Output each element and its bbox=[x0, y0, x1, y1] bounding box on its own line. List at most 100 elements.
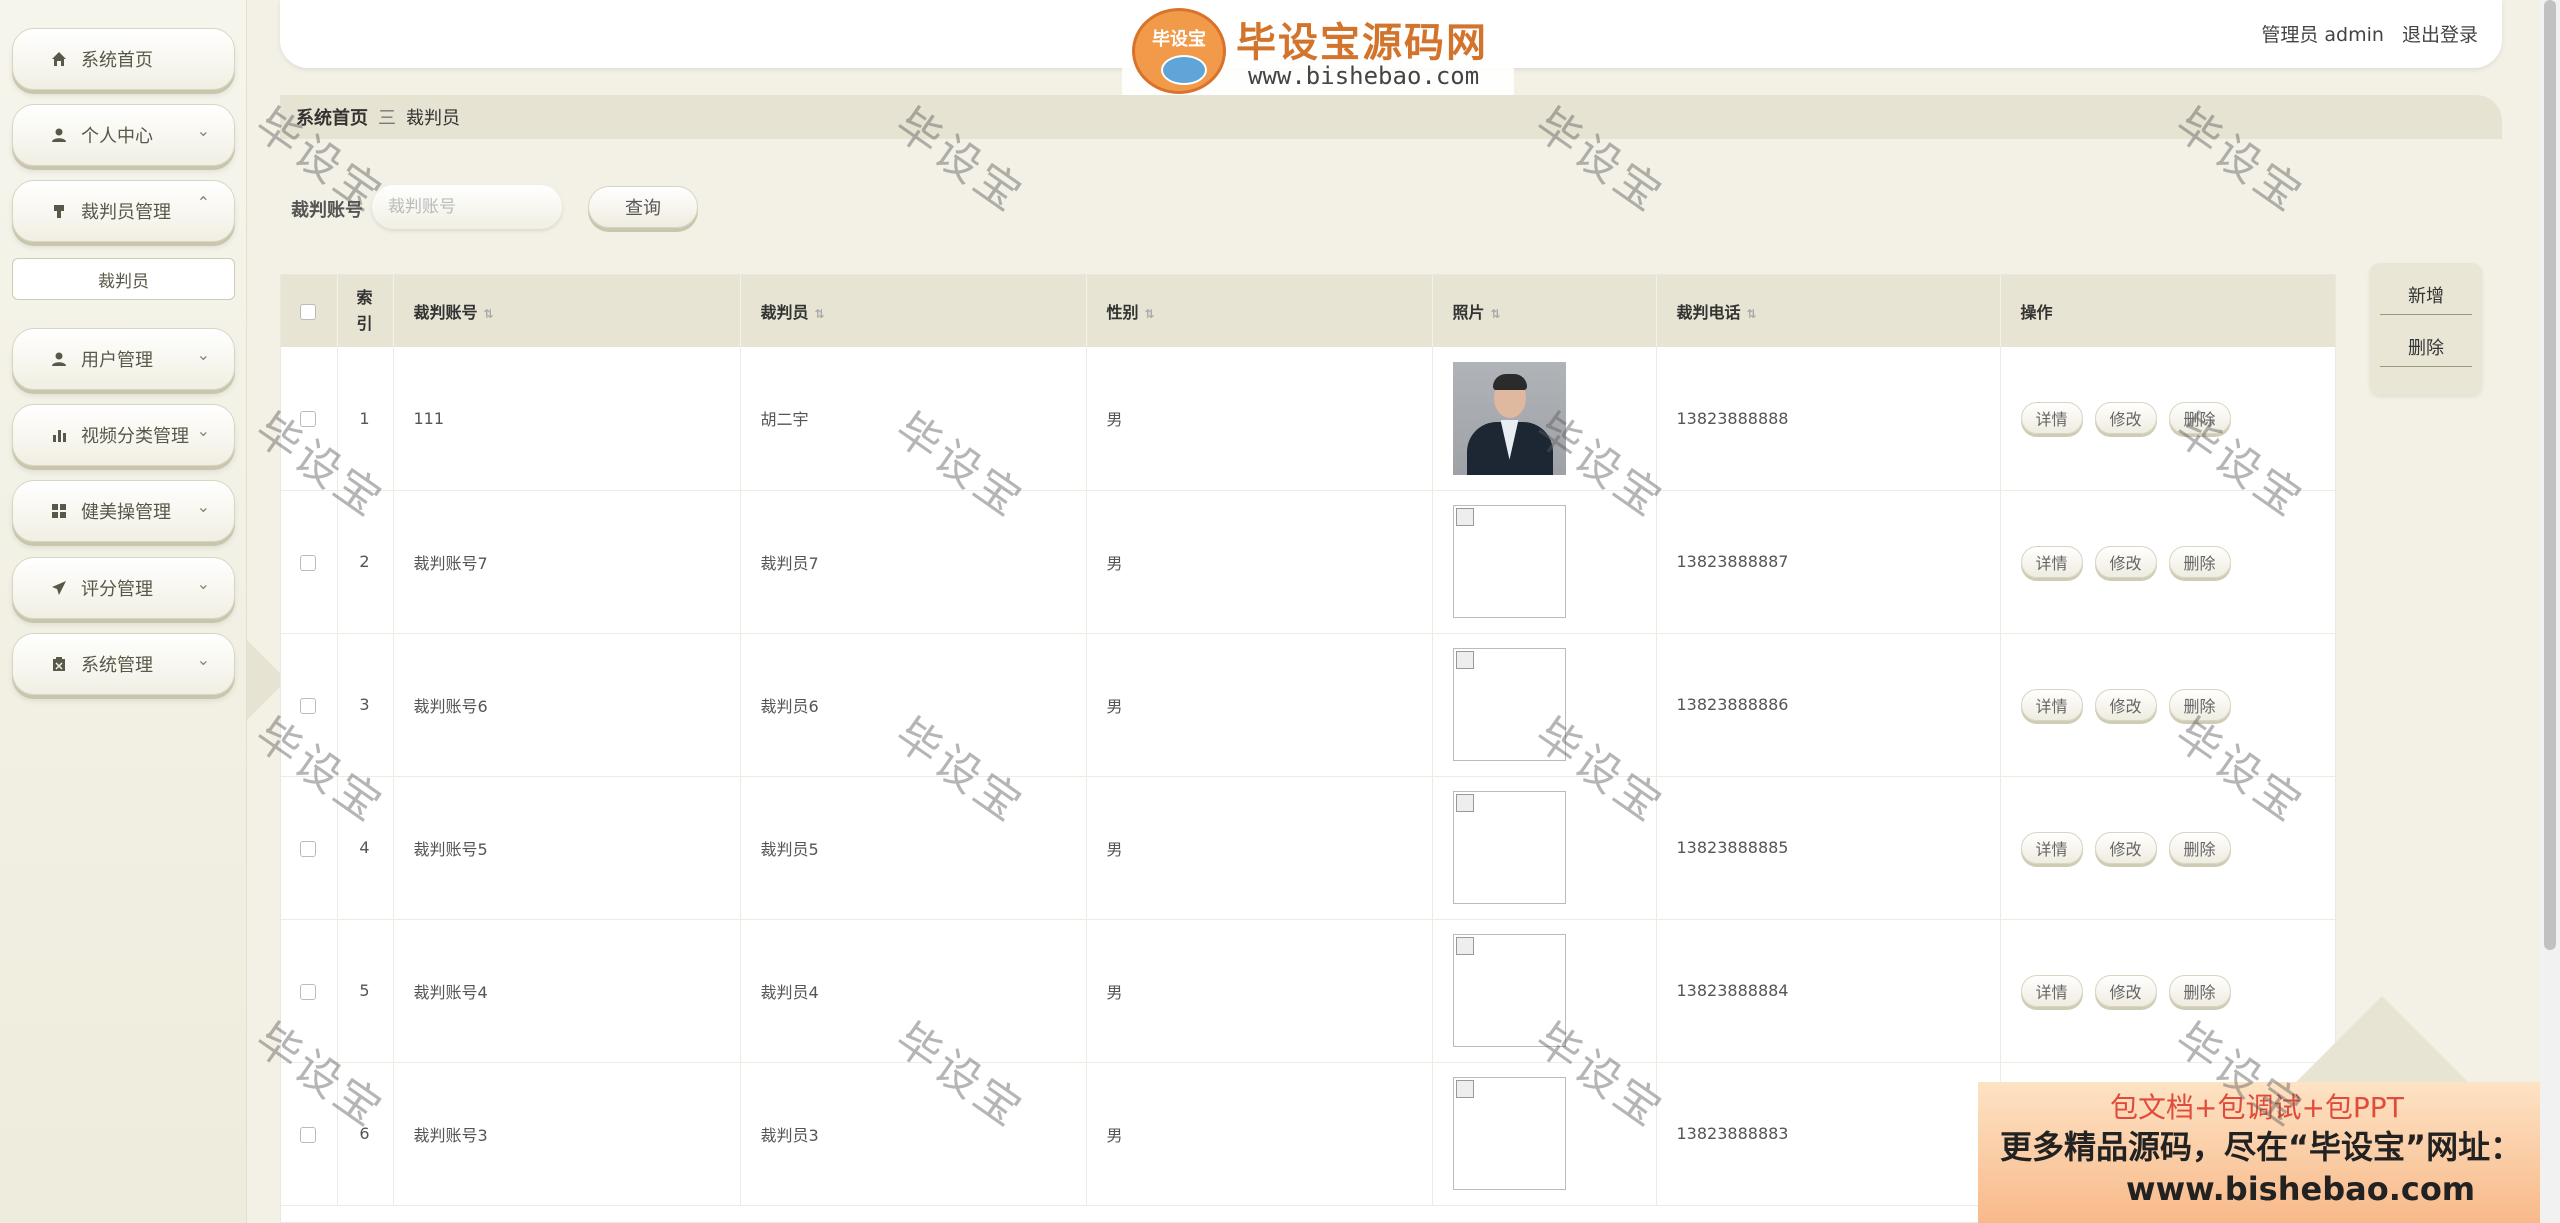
site-logo: 毕设宝 毕设宝源码网 www.bishebao.com bbox=[1122, 0, 1514, 100]
breadcrumb: 系统首页 三 裁判员 bbox=[280, 95, 2502, 139]
user-icon bbox=[49, 349, 69, 369]
col-account[interactable]: 裁判账号 ⇅ bbox=[393, 275, 741, 347]
referee-photo[interactable] bbox=[1452, 361, 1566, 475]
broken-image-icon[interactable] bbox=[1452, 934, 1566, 1047]
stamp-icon bbox=[49, 201, 69, 221]
sort-icon: ⇅ bbox=[1746, 307, 1757, 321]
cell-photo bbox=[1432, 633, 1657, 777]
sidebar-item-scoring[interactable]: 评分管理 ⌄ bbox=[12, 557, 235, 619]
edit-button[interactable]: 修改 bbox=[2094, 974, 2157, 1007]
delete-button[interactable]: 删除 bbox=[2168, 974, 2231, 1007]
delete-button[interactable]: 删除 bbox=[2168, 402, 2231, 435]
edit-button[interactable]: 修改 bbox=[2094, 688, 2157, 721]
col-gender[interactable]: 性别 ⇅ bbox=[1086, 275, 1433, 347]
admin-label: 管理员 admin bbox=[2261, 24, 2384, 46]
chevron-down-icon: ⌄ bbox=[196, 421, 210, 440]
search-input[interactable] bbox=[372, 185, 562, 229]
logo-url: www.bishebao.com bbox=[1248, 62, 1480, 90]
row-checkbox[interactable] bbox=[281, 919, 338, 1063]
row-checkbox[interactable] bbox=[281, 776, 338, 920]
broken-image-icon[interactable] bbox=[1452, 1077, 1566, 1190]
row-checkbox[interactable] bbox=[281, 490, 338, 634]
search-button[interactable]: 查询 bbox=[588, 186, 698, 228]
batch-delete-button[interactable]: 删除 bbox=[2380, 327, 2472, 367]
cell-ops: 详情修改删除 bbox=[2000, 347, 2335, 491]
add-button[interactable]: 新增 bbox=[2380, 275, 2472, 315]
sidebar-item-aerobics[interactable]: 健美操管理 ⌄ bbox=[12, 480, 235, 542]
chevron-down-icon: ⌄ bbox=[196, 574, 210, 593]
edit-button[interactable]: 修改 bbox=[2094, 402, 2157, 435]
broken-image-icon[interactable] bbox=[1452, 648, 1566, 761]
col-name-label: 裁判员 bbox=[760, 303, 809, 322]
delete-button[interactable]: 删除 bbox=[2168, 545, 2231, 578]
detail-button[interactable]: 详情 bbox=[2020, 974, 2083, 1007]
sidebar-item-system[interactable]: 系统管理 ⌄ bbox=[12, 633, 235, 695]
scrollbar-thumb[interactable] bbox=[2544, 0, 2556, 950]
batch-delete-label: 删除 bbox=[2408, 337, 2444, 359]
detail-button[interactable]: 详情 bbox=[2020, 402, 2083, 435]
cell-name: 胡二宇 bbox=[740, 347, 1087, 491]
sidebar-item-label: 裁判员管理 bbox=[81, 202, 171, 223]
edit-button[interactable]: 修改 bbox=[2094, 545, 2157, 578]
select-all-checkbox[interactable] bbox=[281, 275, 338, 347]
cell-ops: 详情修改删除 bbox=[2000, 776, 2335, 920]
sidebar-item-referee-management[interactable]: 裁判员管理 ⌃ bbox=[12, 180, 235, 242]
row-checkbox[interactable] bbox=[281, 347, 338, 491]
sidebar-item-label: 系统首页 bbox=[81, 50, 153, 71]
sort-icon: ⇅ bbox=[814, 307, 825, 321]
sidebar-item-profile[interactable]: 个人中心 ⌄ bbox=[12, 104, 235, 166]
sidebar-item-user-management[interactable]: 用户管理 ⌄ bbox=[12, 328, 235, 390]
broken-image-icon[interactable] bbox=[1452, 791, 1566, 904]
sidebar-item-home[interactable]: 系统首页 bbox=[12, 28, 235, 90]
cell-photo bbox=[1432, 490, 1657, 634]
breadcrumb-separator: 三 bbox=[378, 108, 396, 129]
col-gender-label: 性别 bbox=[1106, 303, 1139, 322]
table-row: 4 裁判账号5 裁判员5 男 13823888885 详情 修改 删除 bbox=[281, 776, 2335, 920]
sidebar-item-label: 评分管理 bbox=[81, 579, 153, 600]
chevron-down-icon: ⌄ bbox=[196, 650, 210, 669]
cell-account: 裁判账号6 bbox=[393, 633, 741, 777]
cell-index: 5 bbox=[337, 919, 394, 1063]
sidebar-subitem-referee[interactable]: 裁判员 bbox=[12, 258, 235, 300]
edit-button[interactable]: 修改 bbox=[2094, 831, 2157, 864]
chevron-up-icon: ⌃ bbox=[196, 193, 210, 212]
cell-photo bbox=[1432, 1062, 1657, 1206]
cell-photo bbox=[1432, 347, 1657, 491]
row-checkbox[interactable] bbox=[281, 633, 338, 777]
col-phone[interactable]: 裁判电话 ⇅ bbox=[1656, 275, 2001, 347]
table-row: 1 111 胡二宇男 13823888888 详情 修改 删除 bbox=[281, 347, 2335, 491]
sort-icon: ⇅ bbox=[1490, 307, 1501, 321]
breadcrumb-home[interactable]: 系统首页 bbox=[296, 104, 368, 130]
sidebar-item-label: 视频分类管理 bbox=[81, 426, 189, 447]
detail-button[interactable]: 详情 bbox=[2020, 545, 2083, 578]
user-icon bbox=[49, 125, 69, 145]
breadcrumb-current: 裁判员 bbox=[406, 108, 460, 129]
cell-account: 111 bbox=[393, 347, 741, 491]
logo-title: 毕设宝源码网 bbox=[1236, 20, 1488, 66]
sidebar-item-video-category[interactable]: 视频分类管理 ⌄ bbox=[12, 404, 235, 466]
detail-button[interactable]: 详情 bbox=[2020, 831, 2083, 864]
logout-link[interactable]: 退出登录 bbox=[2402, 24, 2478, 46]
sort-icon: ⇅ bbox=[1144, 307, 1155, 321]
col-photo[interactable]: 照片 ⇅ bbox=[1432, 275, 1657, 347]
col-name[interactable]: 裁判员 ⇅ bbox=[740, 275, 1087, 347]
detail-button[interactable]: 详情 bbox=[2020, 688, 2083, 721]
cell-photo bbox=[1432, 776, 1657, 920]
col-index-label: 索引 bbox=[356, 288, 373, 333]
add-button-label: 新增 bbox=[2408, 285, 2444, 307]
ad-line-1: 包文档+包调试+包PPT bbox=[2110, 1091, 2404, 1124]
chevron-down-icon: ⌄ bbox=[196, 497, 210, 516]
cell-phone: 13823888885 bbox=[1656, 776, 2001, 920]
decorative-triangle bbox=[2296, 996, 2468, 1082]
table-row: 3 裁判账号6 裁判员6 男 13823888886 详情 修改 删除 bbox=[281, 633, 2335, 777]
logo-badge-text: 毕设宝 bbox=[1152, 29, 1206, 50]
delete-button[interactable]: 删除 bbox=[2168, 688, 2231, 721]
broken-image-icon[interactable] bbox=[1452, 505, 1566, 618]
cell-gender: 男 bbox=[1086, 776, 1433, 920]
sidebar-item-label: 系统管理 bbox=[81, 655, 153, 676]
clipboard-icon bbox=[49, 654, 69, 674]
row-checkbox[interactable] bbox=[281, 1062, 338, 1206]
ad-banner[interactable]: 包文档+包调试+包PPT 更多精品源码，尽在“毕设宝”网址： www.bishe… bbox=[1978, 1082, 2540, 1223]
cell-name: 裁判员7 bbox=[740, 490, 1087, 634]
delete-button[interactable]: 删除 bbox=[2168, 831, 2231, 864]
